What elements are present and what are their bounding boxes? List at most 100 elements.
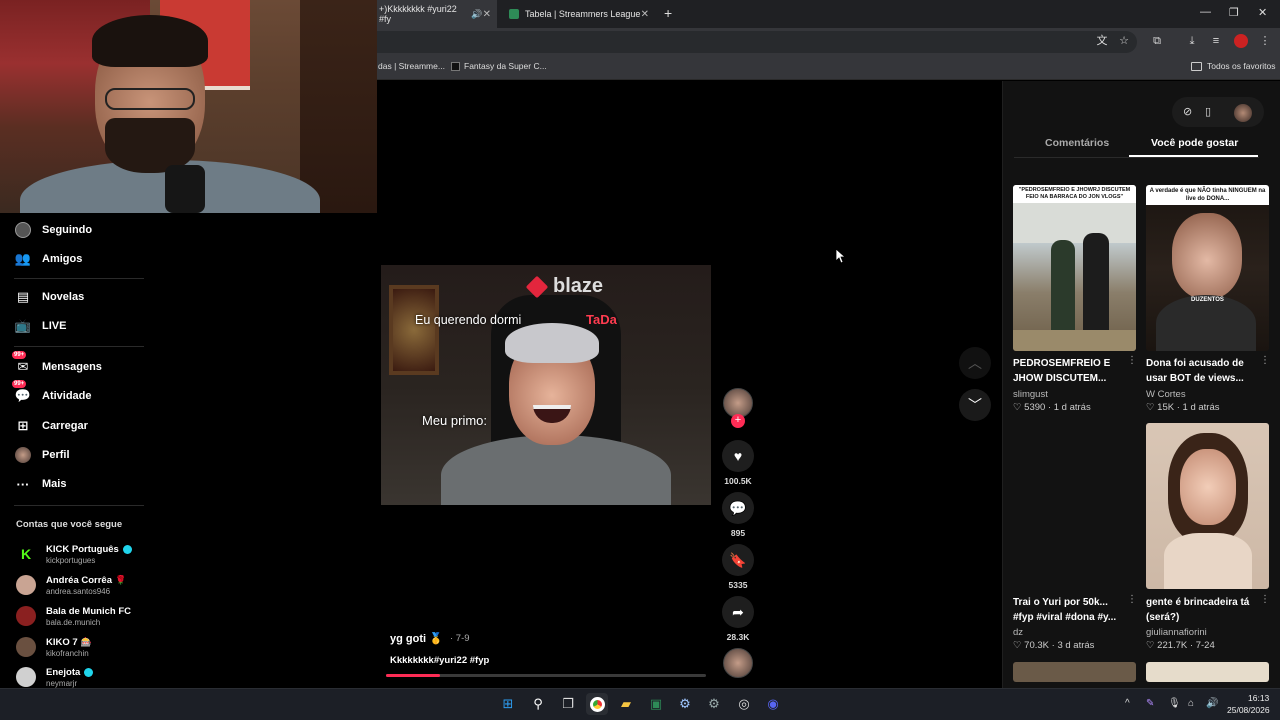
nav-friends[interactable]: 👥 Amigos	[14, 248, 82, 270]
avatar	[16, 575, 36, 595]
bookmark-item[interactable]: Fantasy da Super C...	[464, 61, 547, 71]
new-tab-button[interactable]: +	[664, 5, 672, 21]
clock-date[interactable]: 25/08/2026	[1227, 705, 1270, 715]
menu-kebab-icon[interactable]: ⋮	[1258, 34, 1272, 48]
card-more-icon[interactable]: ⋮	[1127, 594, 1137, 605]
file-explorer-icon[interactable]: ▰	[615, 693, 637, 715]
like-button[interactable]: ♥	[722, 440, 754, 472]
card-more-icon[interactable]: ⋮	[1127, 355, 1137, 366]
chrome-icon[interactable]	[586, 693, 608, 715]
task-view-icon[interactable]: ❐	[557, 693, 579, 715]
video-thumbnail[interactable]	[1013, 662, 1136, 682]
card-title[interactable]: Trai o Yuri por 50k... #fyp #viral #dona…	[1013, 595, 1125, 625]
microphone-icon[interactable]: 🎙	[1168, 698, 1181, 709]
translate-icon[interactable]: 文	[1095, 34, 1109, 48]
tray-pen-icon[interactable]: ✎	[1146, 698, 1154, 709]
follow-plus-button[interactable]: +	[731, 414, 745, 428]
rose-icon: 🌹	[115, 574, 127, 585]
close-window-icon[interactable]: ✕	[1258, 6, 1267, 19]
avatar	[16, 637, 36, 657]
card-more-icon[interactable]: ⋮	[1260, 355, 1270, 366]
followed-account[interactable]: Enejota neymarjr	[16, 664, 94, 690]
nav-following[interactable]: Seguindo	[14, 219, 92, 241]
all-bookmarks-link[interactable]: Todos os favoritos	[1207, 61, 1276, 71]
comment-icon: 💬	[729, 499, 747, 516]
caption-top: Eu querendo dormi	[415, 313, 522, 327]
extensions-icon[interactable]: ⧉	[1150, 34, 1164, 48]
bookmark-item[interactable]: das | Streamme...	[378, 61, 445, 71]
clock-time[interactable]: 16:13	[1248, 693, 1269, 703]
followed-account[interactable]: Bala de Munich FC bala.de.munich	[16, 603, 131, 629]
video-thumbnail[interactable]: A verdade é que NÃO tinha NINGUEM na liv…	[1146, 185, 1269, 351]
card-user[interactable]: W Cortes	[1146, 389, 1186, 400]
media-icon[interactable]: ≡	[1209, 34, 1223, 48]
share-button[interactable]: ➦	[722, 596, 754, 628]
nav-live[interactable]: 📺 LIVE	[14, 315, 67, 337]
account-handle: andrea.santos946	[46, 586, 111, 596]
volume-icon[interactable]: 🔊	[1206, 698, 1218, 709]
nav-more[interactable]: ··· Mais	[14, 473, 67, 495]
previous-video-button[interactable]: ︿	[959, 347, 991, 379]
comment-button[interactable]: 💬	[722, 492, 754, 524]
video-thumbnail[interactable]	[1146, 423, 1269, 589]
card-user[interactable]: slimgust	[1013, 389, 1048, 400]
activity-badge: 99+	[12, 380, 27, 388]
tab-tiktok[interactable]: +)Kkkkkkkk #yuri22 #fy 🔊 ✕	[377, 0, 497, 28]
nav-novelas[interactable]: ▤ Novelas	[14, 286, 84, 308]
heart-outline-icon: ♡	[1013, 402, 1025, 413]
search-icon[interactable]: ⚲	[527, 693, 549, 715]
share-arrow-icon: ➦	[732, 603, 744, 620]
download-icon[interactable]: ⤓	[1185, 34, 1199, 48]
card-user[interactable]: dz	[1013, 627, 1023, 638]
compass-icon[interactable]: ⊘	[1183, 105, 1192, 118]
maximize-icon[interactable]: ❐	[1229, 6, 1239, 19]
followed-account[interactable]: K KICK Português kickportugues	[16, 541, 132, 567]
video-thumbnail[interactable]	[1013, 423, 1136, 589]
speaker-icon[interactable]: 🔊	[471, 9, 482, 20]
account-name: Enejota	[46, 666, 81, 678]
video-thumbnail[interactable]	[1146, 662, 1269, 682]
app-icon[interactable]: ▣	[645, 693, 667, 715]
kick-logo-icon: K	[16, 544, 36, 564]
close-tab-icon[interactable]: ✕	[641, 9, 649, 20]
discord-icon[interactable]: ◉	[762, 693, 784, 715]
user-avatar[interactable]	[1234, 104, 1252, 122]
nav-label: Perfil	[42, 449, 70, 461]
nav-messages[interactable]: ✉ 99+ Mensagens	[12, 351, 102, 378]
close-tab-icon[interactable]: ✕	[483, 9, 491, 20]
settings-icon[interactable]: ⚙	[703, 693, 725, 715]
profile-avatar-icon[interactable]	[1234, 34, 1248, 48]
tab-streammers-league[interactable]: Tabela | Streammers League ✕	[505, 0, 655, 28]
bookmark-star-icon[interactable]: ☆	[1117, 34, 1131, 48]
video-author[interactable]: yg goti 🥇	[390, 632, 443, 645]
network-icon[interactable]: ⌂	[1188, 698, 1194, 709]
nav-upload[interactable]: ⊞ Carregar	[14, 415, 88, 437]
minimize-icon[interactable]: —	[1200, 6, 1211, 18]
steam-icon[interactable]: ⚙	[674, 693, 696, 715]
nav-label: Novelas	[42, 291, 85, 303]
mobile-icon[interactable]: ▯	[1205, 105, 1211, 118]
messages-icon: ✉ 99+	[12, 351, 29, 374]
address-bar[interactable]	[377, 31, 1137, 53]
next-video-button[interactable]: ﹀	[959, 389, 991, 421]
followed-account[interactable]: Andréa Corrêa 🌹 andrea.santos946	[16, 572, 126, 598]
video-player[interactable]: blaze TaDa Eu querendo dormi Meu primo:	[381, 265, 711, 505]
obs-icon[interactable]: ◎	[733, 693, 755, 715]
save-button[interactable]: 🔖	[722, 544, 754, 576]
card-user[interactable]: giuliannafiorini	[1146, 627, 1207, 638]
card-title[interactable]: Dona foi acusado de usar BOT de views...	[1146, 356, 1258, 386]
windows-start-icon[interactable]: ⊞	[497, 693, 519, 715]
video-thumbnail[interactable]: "PEDROSEMFREIO E JHOWRJ DISCUTEM FEIO NA…	[1013, 185, 1136, 351]
sound-avatar[interactable]	[723, 648, 753, 678]
card-more-icon[interactable]: ⋮	[1260, 594, 1270, 605]
tab-comments[interactable]: Comentários	[1045, 137, 1109, 149]
divider	[14, 278, 144, 279]
nav-activity[interactable]: 💬 99+ Atividade	[12, 380, 92, 407]
tray-chevron-icon[interactable]: ^	[1125, 698, 1130, 709]
video-progress-bar[interactable]	[386, 674, 706, 677]
card-title[interactable]: PEDROSEMFREIO E JHOW DISCUTEM...	[1013, 356, 1125, 386]
card-title[interactable]: gente é brincadeira tá (será?)	[1146, 595, 1258, 625]
nav-profile[interactable]: Perfil	[14, 444, 70, 466]
followed-account[interactable]: KIKO 7 🎰 kikofranchin	[16, 634, 92, 660]
tab-you-may-like[interactable]: Você pode gostar	[1151, 137, 1238, 149]
